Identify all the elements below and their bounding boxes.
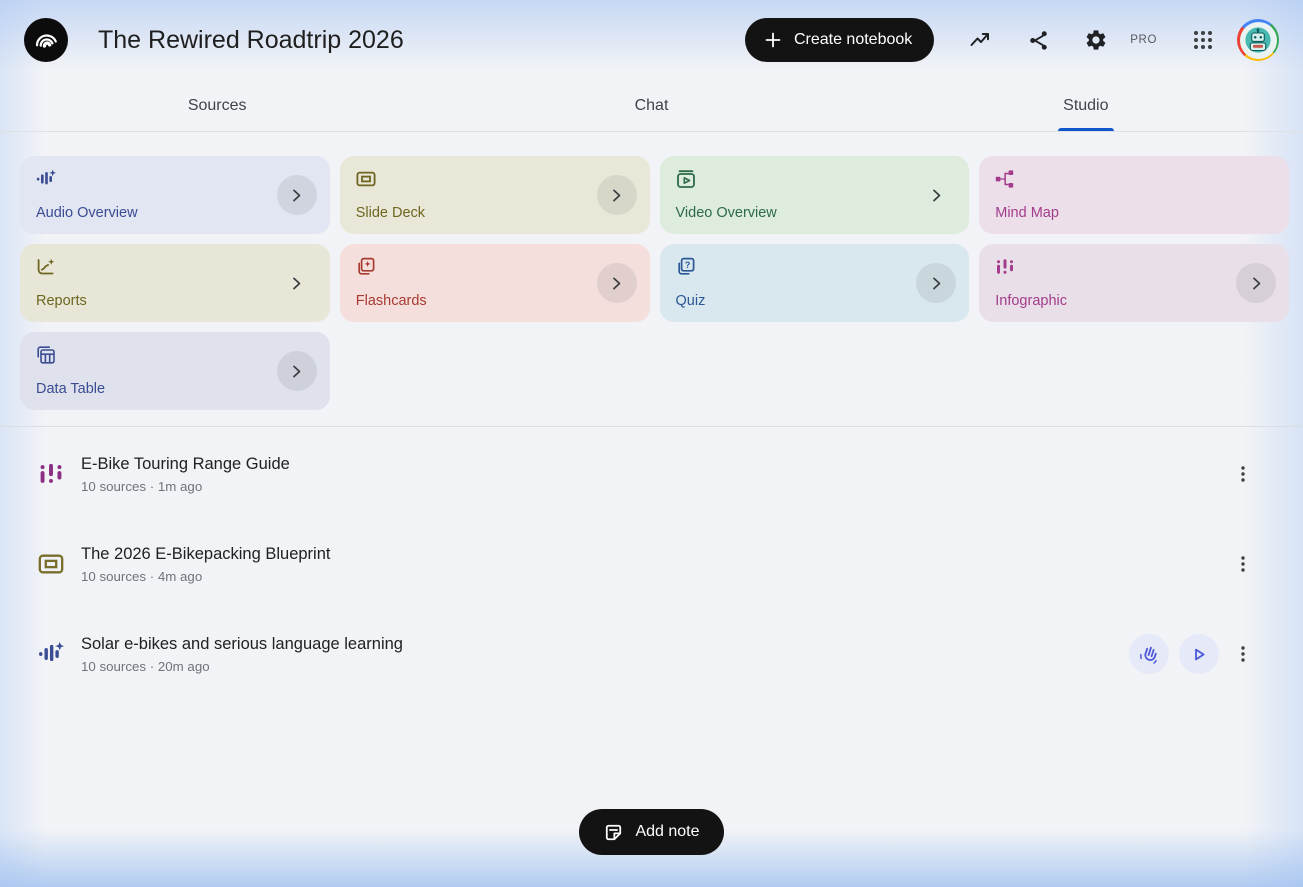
svg-text:?: ? — [684, 260, 690, 270]
account-avatar[interactable] — [1237, 19, 1279, 61]
chevron-right-icon[interactable] — [277, 263, 317, 303]
notebook-title[interactable]: The Rewired Roadtrip 2026 — [98, 26, 404, 55]
studio-card-flashcards[interactable]: Flashcards — [339, 244, 650, 322]
video-overview-icon — [676, 169, 696, 189]
studio-card-video-overview[interactable]: Video Overview — [659, 156, 970, 234]
studio-card-slide-deck[interactable]: Slide Deck — [339, 156, 650, 234]
studio-card-grid: Audio Overview Slide Deck Video Overview… — [0, 132, 1303, 426]
chevron-right-icon[interactable] — [276, 351, 317, 391]
card-label: Slide Deck — [355, 205, 426, 221]
avatar-robot-image — [1239, 21, 1277, 59]
studio-card-quiz[interactable]: ? Quiz — [659, 244, 970, 322]
tab-sources[interactable]: Sources — [0, 80, 434, 131]
infographic-icon — [995, 257, 1015, 277]
add-note-label: Add note — [635, 823, 700, 840]
artifact-list: E-Bike Touring Range Guide 10 sources · … — [0, 427, 1303, 699]
card-label: Video Overview — [675, 205, 777, 221]
card-label: Mind Map — [995, 205, 1059, 221]
studio-card-audio-overview[interactable]: Audio Overview — [20, 156, 330, 234]
play-icon — [1189, 644, 1209, 664]
artifact-meta: 10 sources · 4m ago — [81, 568, 203, 584]
more-options-kebab-icon[interactable] — [1223, 634, 1263, 674]
artifact-meta: 10 sources · 1m ago — [81, 478, 203, 494]
chevron-right-icon[interactable] — [596, 175, 637, 215]
analytics-trending-up-icon[interactable] — [968, 28, 992, 52]
play-audio-button[interactable] — [1179, 634, 1219, 674]
interactive-hand-icon — [1139, 644, 1160, 665]
artifact-actions — [1129, 634, 1219, 674]
card-label: Infographic — [995, 293, 1067, 309]
data-table-icon — [36, 345, 56, 365]
more-options-kebab-icon[interactable] — [1223, 544, 1263, 584]
slide-deck-icon — [356, 169, 376, 189]
studio-card-reports[interactable]: Reports — [20, 244, 330, 322]
footer: Add note — [0, 809, 1303, 855]
artifact-row[interactable]: E-Bike Touring Range Guide 10 sources · … — [0, 429, 1303, 519]
studio-card-data-table[interactable]: Data Table — [20, 332, 330, 410]
artifact-row[interactable]: Solar e-bikes and serious language learn… — [0, 609, 1303, 699]
studio-card-infographic[interactable]: Infographic — [979, 244, 1289, 322]
slide-deck-icon — [38, 551, 64, 577]
tab-bar: Sources Chat Studio — [0, 80, 1303, 132]
infographic-icon — [38, 461, 64, 487]
chevron-right-icon[interactable] — [1236, 263, 1276, 303]
apps-grid-icon[interactable] — [1191, 28, 1215, 52]
artifact-text: E-Bike Touring Range Guide 10 sources · … — [81, 455, 290, 494]
card-label: Flashcards — [355, 293, 427, 309]
tab-studio[interactable]: Studio — [869, 80, 1303, 131]
chevron-right-icon[interactable] — [916, 175, 956, 215]
chevron-right-icon[interactable] — [276, 175, 317, 215]
card-label: Quiz — [675, 293, 706, 309]
interactive-mode-button[interactable] — [1129, 634, 1169, 674]
chevron-right-icon[interactable] — [596, 263, 637, 303]
artifact-title: The 2026 E-Bikepacking Blueprint — [81, 544, 331, 563]
reports-icon — [36, 257, 56, 277]
create-notebook-button[interactable]: Create notebook — [744, 18, 935, 62]
more-options-kebab-icon[interactable] — [1223, 454, 1263, 494]
chevron-right-icon[interactable] — [916, 263, 957, 303]
settings-gear-icon[interactable] — [1084, 28, 1108, 52]
plus-icon — [763, 30, 783, 50]
artifact-title: Solar e-bikes and serious language learn… — [81, 634, 403, 653]
mind-map-icon — [995, 169, 1015, 189]
card-label: Reports — [36, 293, 87, 309]
flashcards-icon — [356, 257, 376, 277]
tab-chat[interactable]: Chat — [434, 80, 868, 131]
notebooklm-page: The Rewired Roadtrip 2026 Create noteboo… — [0, 0, 1303, 887]
pro-badge: PRO — [1130, 34, 1157, 46]
card-label: Data Table — [36, 381, 106, 397]
card-label: Audio Overview — [36, 205, 138, 221]
artifact-title: E-Bike Touring Range Guide — [81, 454, 290, 473]
note-icon — [603, 822, 624, 843]
audio-overview-icon — [38, 641, 64, 667]
header: The Rewired Roadtrip 2026 Create noteboo… — [0, 0, 1303, 80]
audio-overview-icon — [36, 169, 56, 189]
header-actions: Create notebook PRO — [744, 18, 1279, 62]
artifact-row[interactable]: The 2026 E-Bikepacking Blueprint 10 sour… — [0, 519, 1303, 609]
artifact-meta: 10 sources · 20m ago — [81, 658, 210, 674]
notebooklm-logo[interactable] — [24, 18, 68, 62]
quiz-icon: ? — [676, 257, 696, 277]
artifact-text: The 2026 E-Bikepacking Blueprint 10 sour… — [81, 545, 330, 584]
add-note-button[interactable]: Add note — [579, 809, 724, 855]
studio-card-mind-map[interactable]: Mind Map — [979, 156, 1289, 234]
create-notebook-label: Create notebook — [793, 31, 913, 48]
share-icon[interactable] — [1026, 28, 1050, 52]
artifact-text: Solar e-bikes and serious language learn… — [81, 635, 403, 674]
